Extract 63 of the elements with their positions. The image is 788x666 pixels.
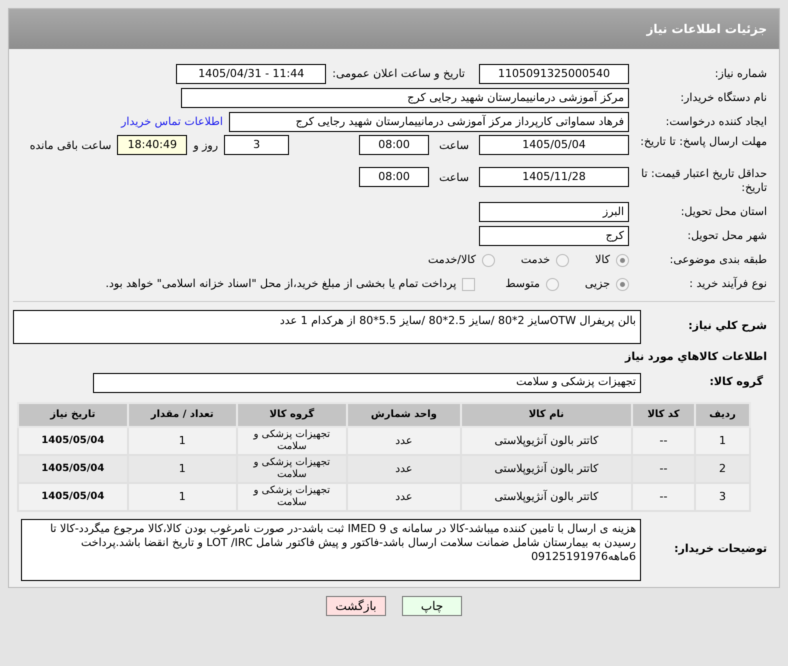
remaining-time-field: 18:40:49 — [117, 135, 188, 155]
column-header: کد کالا — [632, 402, 696, 426]
radio-label: جزیی — [584, 276, 610, 292]
radio-label: متوسط — [505, 276, 540, 292]
requester-field: فرهاد سماواتی کارپرداز مرکز آموزشی درمانییمارستان شهید رجایی کرج — [229, 112, 629, 132]
time-label: ساعت — [439, 170, 469, 186]
action-button[interactable]: چاپ — [402, 596, 462, 616]
province-field: البرز — [479, 202, 629, 222]
field-label: توضیحات خریدار: — [673, 541, 768, 558]
buyer-org-field: مرکز آموزشی درمانییمارستان شهید رجایی کرج — [181, 88, 629, 108]
table-cell: عدد — [346, 482, 461, 510]
time-field: 08:00 — [359, 135, 430, 155]
field-label: ایجاد کننده درخواست: — [664, 114, 768, 130]
remaining-label: ساعت باقی مانده — [30, 138, 112, 154]
column-header: تعداد / مقدار — [128, 402, 237, 426]
column-header: نام کالا — [460, 402, 632, 426]
table-cell: 3 — [695, 482, 750, 510]
field-label: تاریخ و ساعت اعلان عمومی: — [332, 66, 465, 82]
checkbox[interactable] — [462, 278, 476, 290]
radio-button[interactable] — [556, 254, 570, 266]
date-field: 1405/11/28 — [479, 167, 629, 187]
need-number-field: 1105091325000540 — [479, 64, 629, 84]
time-field: 08:00 — [359, 167, 430, 187]
field-label: مهلت ارسال پاسخ: تا تاریخ: — [639, 135, 768, 149]
radio-label: خدمت — [520, 252, 550, 268]
checkbox-label: پرداخت تمام یا بخشی از مبلغ خرید،از محل "اسناد خزانه اسلامی" خواهد بود. — [106, 276, 456, 292]
field-label: حداقل تاریخ اعتبار قیمت: تا تاریخ: — [640, 167, 768, 195]
table-cell: 1405/05/04 — [18, 482, 128, 510]
column-header: واحد شمارش — [346, 402, 461, 426]
field-label: نوع فرآیند خرید : — [688, 276, 768, 292]
days-field: 3 — [224, 135, 290, 155]
column-header: گروه کالا — [236, 402, 347, 426]
radio-button[interactable] — [482, 254, 495, 266]
goods-group-field: تجهیزات پزشکی و سلامت — [93, 372, 641, 392]
table-cell: 1 — [128, 482, 237, 510]
field-label: شرح کلي نياز: — [687, 318, 768, 334]
table-cell: کاتتر بالون آنژیوپلاستی — [460, 482, 632, 510]
radio-button[interactable] — [616, 278, 629, 290]
field-label: استان محل تحویل: — [680, 204, 768, 220]
radio-button[interactable] — [546, 278, 559, 290]
time-label: ساعت — [439, 138, 469, 154]
date-field: 1405/05/04 — [479, 135, 629, 155]
section-title: اطلاعات کالاهاي مورد نياز — [624, 349, 768, 365]
field-label: نام دستگاه خریدار: — [679, 90, 768, 106]
contact-link[interactable]: اطلاعات تماس خریدار — [121, 114, 223, 130]
field-label: گروه کالا: — [708, 374, 764, 390]
description-textarea[interactable]: بالن پریفرال OTWسایز 2*80 /سایز 2.5*80 /سایز 5.5*80 از هرکدام 1 عدد — [13, 310, 641, 344]
page-title: جزئیات اطلاعات نیاز — [646, 21, 767, 38]
radio-button[interactable] — [616, 254, 629, 266]
field-label: شهر محل تحویل: — [686, 228, 768, 244]
column-header: ردیف — [695, 402, 750, 426]
notes-textarea[interactable]: هزینه ی ارسال با تامین کننده میباشد-کالا در سامانه ی IMED 9 ثبت باشد-در صورت نامرغوب بودن کالا،کالا مرجوع میگردد-کالا تا رسیدن به بیمارستان شامل ضمانت سلامت ارسال باشد-فاکتور و پیش فاکتور شامل LOT /IRC و تاریخ انقضا باشد.پرداخت 6ماهه09125191976 — [21, 518, 641, 580]
announce-date-field: 1405/04/31 - 11:44 — [176, 64, 326, 84]
city-field: کرج — [479, 226, 629, 246]
table-cell: -- — [632, 482, 696, 510]
table-cell: تجهیزات پزشکی و سلامت — [236, 482, 347, 510]
column-header: تاریخ نیاز — [18, 402, 128, 426]
field-label: طبقه بندی موضوعی: — [668, 252, 768, 268]
days-label: روز و — [193, 138, 218, 154]
field-label: شماره نیاز: — [714, 66, 768, 82]
radio-label: کالا/خدمت — [428, 252, 476, 268]
radio-label: کالا — [595, 252, 610, 268]
action-button[interactable]: بازگشت — [326, 596, 386, 616]
